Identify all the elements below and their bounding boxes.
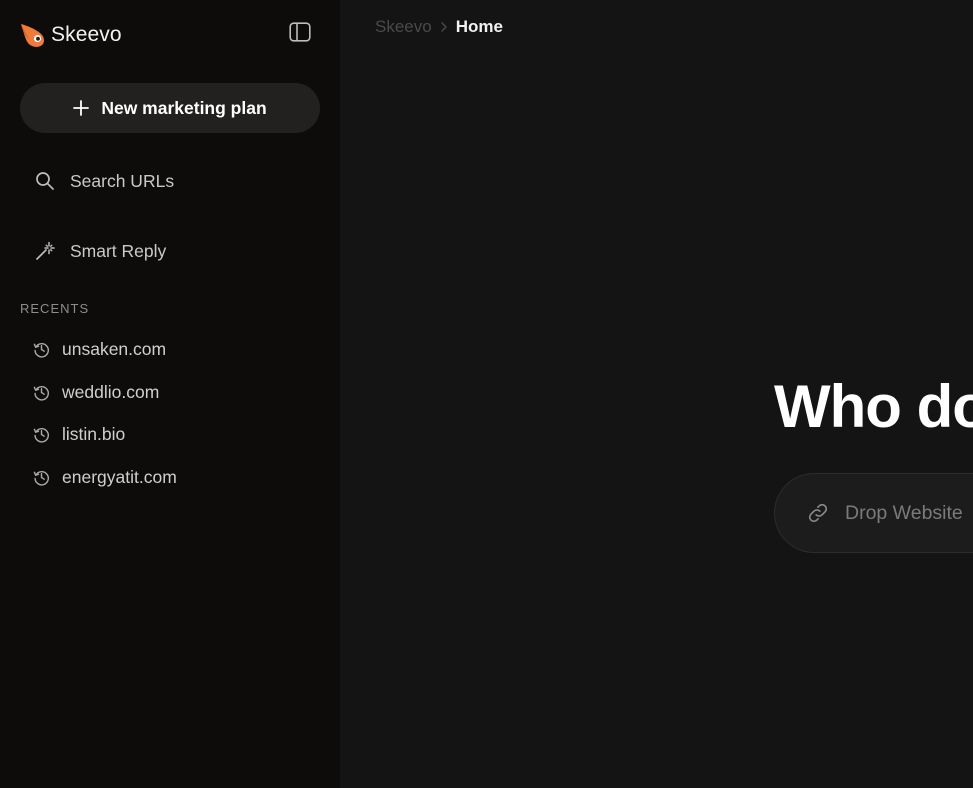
app-window: Skeevo New marketing plan Search URLs Sm… — [0, 0, 973, 788]
brand[interactable]: Skeevo — [19, 20, 122, 50]
breadcrumb: Skeevo Home — [375, 16, 503, 38]
search-icon — [34, 170, 56, 192]
main-content: Skeevo Home Who do — [340, 0, 973, 788]
sidebar-toggle-button[interactable] — [287, 21, 313, 47]
hero-title: Who do — [774, 373, 973, 440]
recent-item-weddlio[interactable]: weddlio.com — [20, 371, 320, 414]
recent-item-listin[interactable]: listin.bio — [20, 413, 320, 456]
recent-item-label: weddlio.com — [62, 381, 160, 402]
new-marketing-plan-button[interactable]: New marketing plan — [20, 83, 320, 133]
nav-item-smart-reply[interactable]: Smart Reply — [20, 229, 320, 273]
recent-item-unsaken[interactable]: unsaken.com — [20, 328, 320, 371]
bird-logo-icon — [19, 21, 47, 49]
website-url-input[interactable] — [845, 501, 973, 525]
recent-item-label: listin.bio — [62, 424, 126, 445]
history-icon — [32, 383, 50, 401]
magic-wand-icon — [34, 240, 56, 262]
recent-item-label: unsaken.com — [62, 338, 167, 359]
nav-item-label: Search URLs — [70, 170, 175, 191]
history-icon — [32, 340, 50, 358]
history-icon — [32, 426, 50, 444]
recents-heading: RECENTS — [20, 301, 90, 316]
nav-item-label: Smart Reply — [70, 240, 167, 261]
sidebar-toggle-icon — [289, 21, 311, 47]
sidebar: Skeevo New marketing plan Search URLs Sm… — [0, 0, 340, 788]
chevron-right-icon — [440, 21, 448, 33]
history-icon — [32, 468, 50, 486]
breadcrumb-root-link[interactable]: Skeevo — [375, 17, 432, 37]
brand-name: Skeevo — [51, 23, 122, 46]
website-url-field[interactable] — [774, 473, 973, 553]
recents-list: unsaken.com weddlio.com listin.bio energ… — [20, 328, 320, 499]
plus-icon — [73, 100, 90, 116]
new-marketing-plan-label: New marketing plan — [101, 97, 267, 118]
link-icon — [806, 501, 830, 525]
recent-item-label: energyatit.com — [62, 466, 177, 487]
recent-item-energyatit[interactable]: energyatit.com — [20, 456, 320, 499]
breadcrumb-current: Home — [455, 17, 503, 36]
nav-item-search-urls[interactable]: Search URLs — [20, 159, 320, 203]
